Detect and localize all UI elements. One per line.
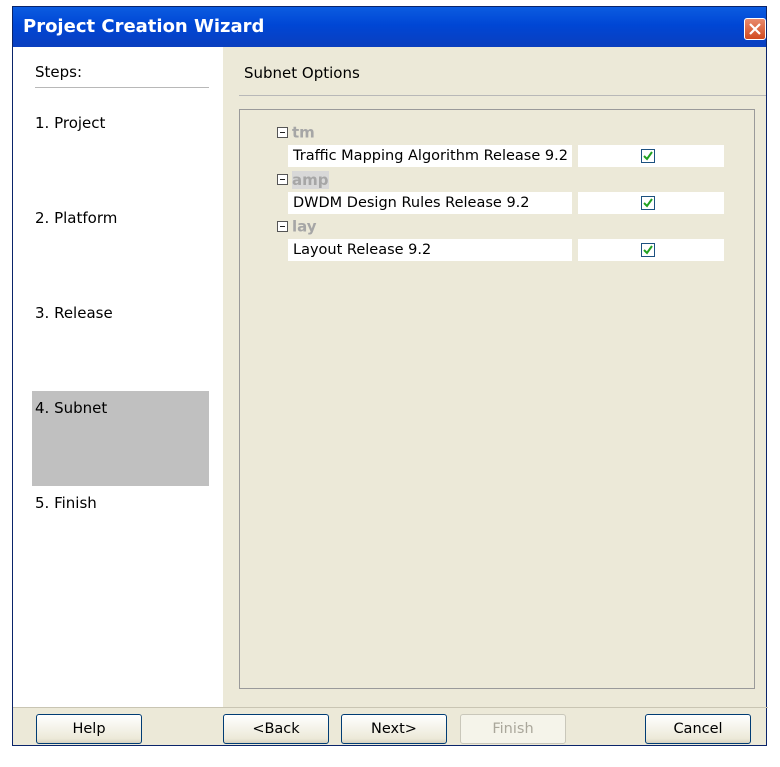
group-label: lay (292, 217, 317, 236)
finish-button[interactable]: Finish (460, 714, 566, 744)
steps-panel: Steps: 1. Project 2. Platform 3. Release… (13, 47, 223, 707)
help-button[interactable]: Help (36, 714, 142, 744)
title-bar[interactable]: Project Creation Wizard (13, 7, 766, 47)
tree-item-dwdm-design-rules[interactable]: DWDM Design Rules Release 9.2 (288, 192, 724, 214)
item-label: Traffic Mapping Algorithm Release 9.2 (288, 145, 572, 167)
content-header: Subnet Options (244, 64, 360, 82)
group-label: tm (292, 123, 315, 142)
check-cell (578, 239, 724, 261)
item-label: Layout Release 9.2 (288, 239, 572, 261)
collapse-icon[interactable] (277, 127, 288, 138)
steps-header: Steps: (35, 63, 83, 81)
subnet-options-tree[interactable]: tm Traffic Mapping Algorithm Release 9.2… (239, 109, 755, 689)
figure-id: 240144 (770, 700, 780, 746)
step-release: 3. Release (35, 304, 113, 322)
cancel-button[interactable]: Cancel (645, 714, 751, 744)
next-button[interactable]: Next> (341, 714, 447, 744)
item-checkbox[interactable] (641, 243, 655, 257)
check-icon (643, 198, 653, 208)
collapse-icon[interactable] (277, 174, 288, 185)
tree-group-lay[interactable]: lay (277, 216, 317, 236)
group-label: amp (292, 170, 329, 189)
check-icon (643, 245, 653, 255)
window-title: Project Creation Wizard (23, 16, 265, 37)
collapse-icon[interactable] (277, 221, 288, 232)
step-platform: 2. Platform (35, 209, 118, 227)
figure-id-text: 240144 (770, 700, 771, 736)
step-project: 1. Project (35, 114, 106, 132)
tree-item-traffic-mapping[interactable]: Traffic Mapping Algorithm Release 9.2 (288, 145, 724, 167)
tree-group-tm[interactable]: tm (277, 122, 315, 142)
item-checkbox[interactable] (641, 196, 655, 210)
tree-item-layout[interactable]: Layout Release 9.2 (288, 239, 724, 261)
check-icon (643, 151, 653, 161)
check-cell (578, 145, 724, 167)
close-icon (749, 23, 761, 35)
check-cell (578, 192, 724, 214)
wizard-window: Project Creation Wizard Steps: 1. Projec… (12, 6, 768, 746)
item-label: DWDM Design Rules Release 9.2 (288, 192, 572, 214)
step-subnet: 4. Subnet (32, 391, 209, 486)
footer-divider (13, 707, 768, 708)
tree-group-amp[interactable]: amp (277, 169, 329, 189)
item-checkbox[interactable] (641, 149, 655, 163)
divider (35, 87, 209, 88)
back-button[interactable]: <Back (223, 714, 329, 744)
close-button[interactable] (744, 18, 766, 40)
divider (239, 95, 766, 96)
step-finish: 5. Finish (35, 494, 97, 512)
